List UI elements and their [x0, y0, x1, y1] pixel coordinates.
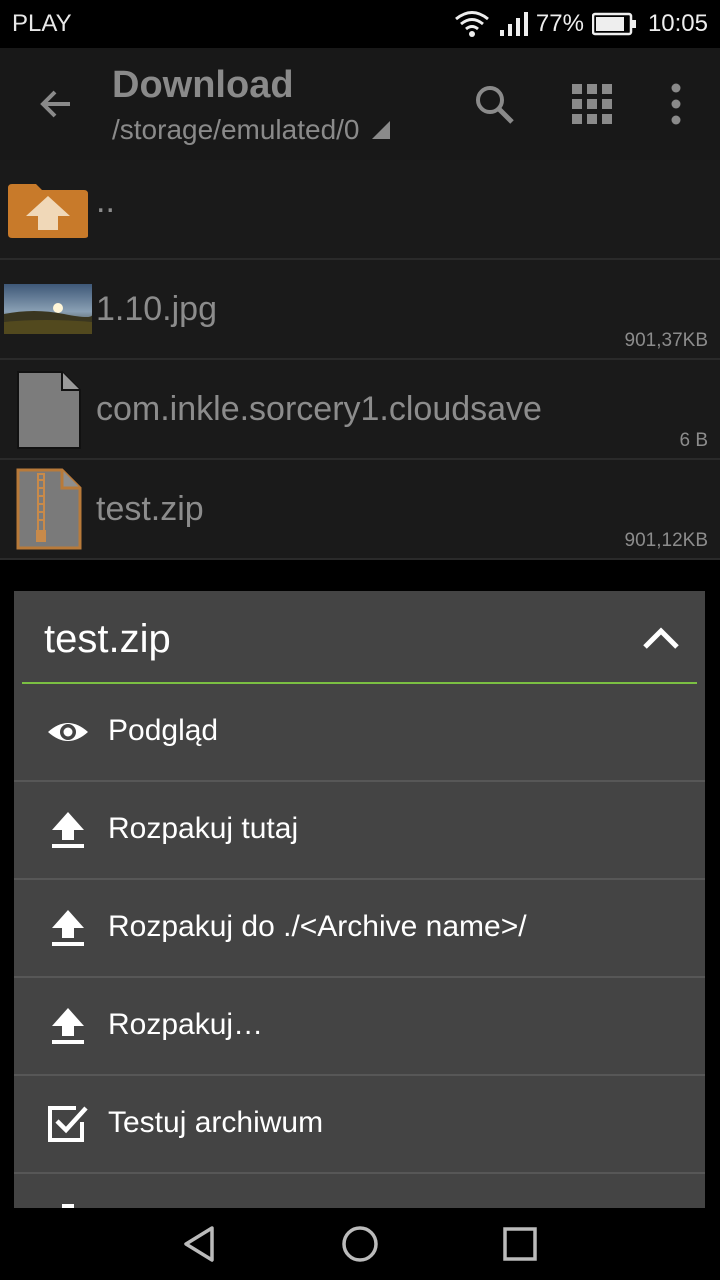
file-name: com.inkle.sorcery1.cloudsave: [96, 390, 542, 428]
menu-item-label: Rozpakuj…: [108, 1008, 264, 1041]
menu-item-partial[interactable]: [14, 1174, 705, 1208]
file-row[interactable]: test.zip 901,12KB: [0, 460, 720, 560]
file-name: 1.10.jpg: [96, 290, 217, 328]
folder-title: Download: [112, 64, 294, 106]
chevron-up-icon[interactable]: [641, 617, 681, 657]
file-size: 901,37KB: [624, 330, 708, 351]
menu-item-test-archive[interactable]: Testuj archiwum: [14, 1076, 705, 1174]
dropdown-triangle-icon: [371, 121, 390, 139]
menu-item-extract-to-folder[interactable]: Rozpakuj do ./<Archive name>/: [14, 880, 705, 978]
file-size: 901,12KB: [624, 530, 708, 551]
file-size: 6 B: [679, 430, 708, 451]
file-name: ..: [96, 182, 115, 220]
toolbar: Download /storage/emulated/0: [0, 48, 720, 160]
popup-menu: Podgląd Rozpakuj tutaj Rozpakuj do ./<Ar…: [14, 684, 705, 1208]
path-selector[interactable]: /storage/emulated/0: [112, 114, 392, 146]
wifi-icon: [454, 11, 489, 37]
menu-item-extract-here[interactable]: Rozpakuj tutaj: [14, 782, 705, 880]
menu-item-extract[interactable]: Rozpakuj…: [14, 978, 705, 1076]
file-actions-popup: test.zip Podgląd Rozpakuj tutaj Rozpakuj…: [14, 591, 705, 1208]
search-icon[interactable]: [470, 80, 518, 128]
battery-icon: [591, 12, 636, 36]
signal-icon: [499, 12, 528, 36]
back-triangle-icon[interactable]: [180, 1224, 220, 1264]
file-row[interactable]: 1.10.jpg 901,37KB: [0, 260, 720, 360]
menu-item-label: Testuj archiwum: [108, 1106, 324, 1139]
path-label: /storage/emulated/0: [112, 114, 360, 145]
eye-icon: [48, 723, 88, 741]
navigation-bar: [0, 1208, 720, 1280]
extract-icon: [52, 1008, 84, 1044]
zip-archive-icon: [16, 468, 82, 550]
popup-header: test.zip: [14, 591, 705, 683]
home-circle-icon[interactable]: [340, 1224, 380, 1264]
image-thumbnail: [4, 284, 92, 334]
battery-percent: 77%: [535, 10, 584, 37]
file-list: .. 1.10.jpg 901,37KB com.inkle.sorcery1.…: [0, 160, 720, 560]
document-icon: [17, 371, 81, 449]
carrier-label: PLAY: [12, 10, 72, 37]
grid-view-icon[interactable]: [568, 80, 616, 128]
parent-folder-icon: [8, 184, 88, 238]
status-bar: PLAY 77% 10:05: [0, 0, 720, 48]
more-options-icon[interactable]: [652, 80, 700, 128]
status-icons: 77% 10:05: [454, 8, 708, 40]
menu-item-label: Rozpakuj do ./<Archive name>/: [108, 910, 527, 943]
screen: PLAY 77% 10:05 Download /storage/emulate…: [0, 0, 720, 1280]
extract-icon: [52, 910, 84, 946]
menu-item-label: Podgląd: [108, 714, 219, 747]
file-row-parent[interactable]: ..: [0, 160, 720, 260]
recents-square-icon[interactable]: [500, 1224, 540, 1264]
menu-item-label: Rozpakuj tutaj: [108, 812, 299, 845]
checkbox-icon: [48, 1106, 88, 1142]
clock: 10:05: [647, 10, 708, 37]
file-name: test.zip: [96, 490, 204, 528]
partial-icon: [62, 1204, 74, 1208]
back-arrow-icon[interactable]: [36, 84, 76, 124]
file-row[interactable]: com.inkle.sorcery1.cloudsave 6 B: [0, 360, 720, 460]
popup-title: test.zip: [44, 617, 171, 661]
extract-icon: [52, 812, 84, 848]
menu-item-preview[interactable]: Podgląd: [14, 684, 705, 782]
